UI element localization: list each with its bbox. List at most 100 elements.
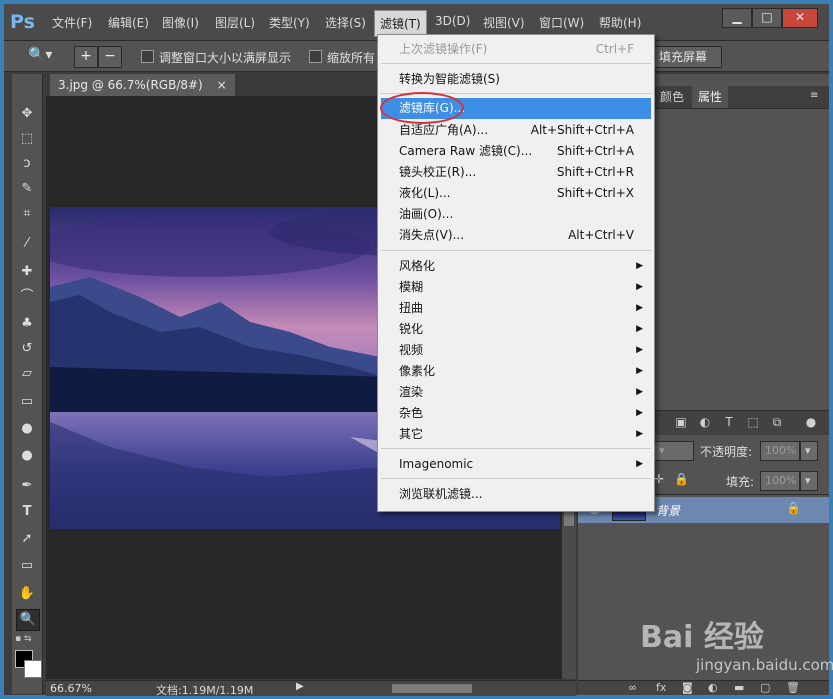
submenu-arrow-icon: ▶ (636, 408, 643, 418)
menu-item-label: 渲染 (399, 385, 424, 399)
document-tab-close-icon[interactable]: × (217, 78, 227, 92)
menu-item-sharpen[interactable]: 锐化 ▶ (381, 319, 651, 340)
zoom-all-label: 缩放所有 (327, 51, 376, 65)
menu-window[interactable]: 窗口(W) (539, 14, 584, 31)
blend-mode-dropdown[interactable]: ▾ (654, 441, 694, 461)
tab-properties[interactable]: 属性 (692, 86, 729, 108)
tab-color[interactable]: 颜色 (654, 86, 690, 108)
menu-item-stylize[interactable]: 风格化 ▶ (381, 256, 651, 277)
adjustment-layer-icon[interactable]: ◐ (708, 681, 718, 694)
layer-name[interactable]: 背景 (656, 502, 680, 519)
zoom-in-button[interactable]: + (74, 46, 98, 68)
history-brush-icon[interactable]: ↺ (16, 339, 38, 359)
quick-select-tool-icon[interactable]: ✎ (16, 179, 38, 199)
menu-item-label: 油画(O)... (399, 207, 454, 221)
type-tool-icon[interactable]: T (16, 502, 38, 522)
zoom-out-button[interactable]: − (98, 46, 122, 68)
menu-type[interactable]: 类型(Y) (269, 14, 310, 31)
fill-input[interactable]: 100% (760, 471, 800, 491)
menu-item-last-filter[interactable]: 上次滤镜操作(F) Ctrl+F (381, 39, 651, 60)
menu-item-distort[interactable]: 扭曲 ▶ (381, 298, 651, 319)
menu-item-shortcut: Alt+Shift+Ctrl+A (530, 123, 634, 137)
filter-smart-icon[interactable]: ⧉ (770, 415, 784, 429)
menu-item-oil-paint[interactable]: 油画(O)... (381, 204, 651, 225)
eraser-tool-icon[interactable]: ▱ (16, 364, 38, 384)
zoom-tool-icon[interactable]: 🔍 (16, 609, 40, 631)
menu-item-lens-correction[interactable]: 镜头校正(R)... Shift+Ctrl+R (381, 162, 651, 183)
pen-tool-icon[interactable]: ✒ (16, 476, 38, 496)
group-folder-icon[interactable]: ▬ (734, 681, 744, 694)
menu-item-vanishing-point[interactable]: 消失点(V)... Alt+Ctrl+V (381, 225, 651, 246)
maximize-button[interactable]: □ (752, 8, 782, 28)
menu-item-browse-online[interactable]: 浏览联机滤镜... (381, 484, 651, 505)
lock-all-icon[interactable]: 🔒 (674, 472, 689, 486)
submenu-arrow-icon: ▶ (636, 324, 643, 334)
menu-layer[interactable]: 图层(L) (215, 14, 255, 31)
menu-select[interactable]: 选择(S) (325, 14, 366, 31)
swap-colors-icon[interactable]: ▪ ⇆ (15, 634, 32, 644)
brush-tool-icon[interactable]: ⌒ (16, 287, 38, 307)
filter-toggle-icon[interactable]: ● (804, 415, 818, 429)
menu-filter[interactable]: 滤镜(T) (374, 10, 427, 37)
filter-shape-icon[interactable]: ⬚ (746, 415, 760, 429)
fill-screen-button[interactable]: 填充屏幕 (644, 46, 722, 68)
menu-item-video[interactable]: 视频 ▶ (381, 340, 651, 361)
filter-image-icon[interactable]: ▣ (674, 415, 688, 429)
layer-mask-icon[interactable]: ◙ (682, 681, 693, 694)
layers-footer: ∞ fx ◙ ◐ ▬ ▢ 🗑 (578, 680, 829, 695)
crop-tool-icon[interactable]: ⌗ (16, 204, 38, 224)
opacity-input[interactable]: 100% (760, 441, 800, 461)
document-tab[interactable]: 3.jpg @ 66.7%(RGB/8#) × (50, 74, 235, 96)
zoom-level[interactable]: 66.67% (50, 682, 92, 695)
move-tool-icon[interactable]: ✥ (16, 104, 38, 124)
menu-image[interactable]: 图像(I) (162, 14, 199, 31)
filter-adjustment-icon[interactable]: ◐ (698, 415, 712, 429)
menu-item-noise[interactable]: 杂色 ▶ (381, 403, 651, 424)
menu-file[interactable]: 文件(F) (52, 14, 92, 31)
menu-3d[interactable]: 3D(D) (435, 14, 470, 28)
document-info: 文档:1.19M/1.19M (156, 684, 254, 697)
close-button[interactable]: ✕ (782, 8, 818, 28)
link-layers-icon[interactable]: ∞ (628, 681, 637, 694)
trash-icon[interactable]: 🗑 (786, 681, 800, 694)
menu-item-other[interactable]: 其它 ▶ (381, 424, 651, 445)
stamp-tool-icon[interactable]: ♣ (16, 314, 38, 334)
menu-item-smart-filter[interactable]: 转换为智能滤镜(S) (381, 69, 651, 90)
gradient-tool-icon[interactable]: ▭ (16, 392, 38, 412)
zoom-all-checkbox[interactable] (309, 50, 322, 63)
menu-item-liquify[interactable]: 液化(L)... Shift+Ctrl+X (381, 183, 651, 204)
fill-label: 填充: (726, 475, 755, 489)
opacity-dropdown-icon[interactable]: ▾ (800, 441, 818, 461)
lasso-tool-icon[interactable]: ↄ (16, 154, 38, 174)
new-layer-icon[interactable]: ▢ (760, 681, 770, 694)
zoom-out-icon: − (104, 48, 116, 64)
blur-tool-icon[interactable]: ● (16, 419, 38, 439)
resize-windows-checkbox[interactable] (141, 50, 154, 63)
hand-tool-icon[interactable]: ✋ (16, 584, 38, 604)
menu-item-camera-raw[interactable]: Camera Raw 滤镜(C)... Shift+Ctrl+A (381, 141, 651, 162)
menu-view[interactable]: 视图(V) (483, 14, 525, 31)
path-select-icon[interactable]: ➚ (16, 529, 38, 549)
menu-help[interactable]: 帮助(H) (599, 14, 641, 31)
dodge-tool-icon[interactable]: ● (16, 446, 38, 466)
layer-style-icon[interactable]: fx (656, 681, 666, 694)
menu-item-render[interactable]: 渲染 ▶ (381, 382, 651, 403)
menu-edit[interactable]: 编辑(E) (108, 14, 149, 31)
shape-tool-icon[interactable]: ▭ (16, 556, 38, 576)
status-menu-arrow-icon[interactable]: ▶ (296, 681, 304, 692)
background-color-swatch[interactable] (24, 660, 42, 678)
menu-item-imagenomic[interactable]: Imagenomic ▶ (381, 454, 651, 475)
filter-type-icon[interactable]: T (722, 415, 736, 429)
marquee-tool-icon[interactable]: ⬚ (16, 129, 38, 149)
minimize-button[interactable]: ▁ (722, 8, 752, 28)
panel-menu-icon[interactable]: ≡ (810, 90, 818, 101)
menu-item-pixelate[interactable]: 像素化 ▶ (381, 361, 651, 382)
menu-item-label: 液化(L)... (399, 186, 451, 200)
zoom-tool-preset-icon[interactable]: 🔍▾ (28, 47, 58, 65)
lock-position-icon[interactable]: ✛ (654, 472, 664, 486)
horizontal-scroll-thumb[interactable] (392, 684, 472, 693)
fill-dropdown-icon[interactable]: ▾ (800, 471, 818, 491)
eyedropper-tool-icon[interactable]: ⁄ (16, 234, 38, 254)
menu-item-blur[interactable]: 模糊 ▶ (381, 277, 651, 298)
healing-brush-icon[interactable]: ✚ (16, 262, 38, 282)
